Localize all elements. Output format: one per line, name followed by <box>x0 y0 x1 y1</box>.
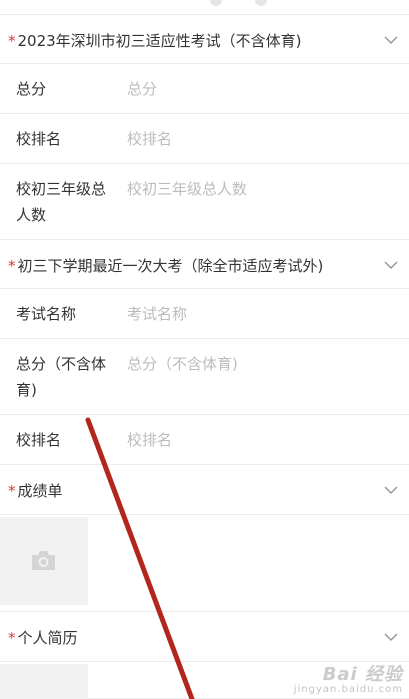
section-title: * 初三下学期最近一次大考（除全市适应考试外) <box>8 257 324 275</box>
form-row-total-score: 总分 总分 <box>0 64 409 114</box>
watermark-sub: jingyan.baidu.com <box>293 684 403 695</box>
required-mark: * <box>8 32 16 50</box>
section-title: * 成绩单 <box>8 482 63 500</box>
form-row-total-no-pe: 总分（不含体育) 总分（不含体育) <box>0 339 409 415</box>
chevron-down-icon[interactable] <box>383 482 399 498</box>
section-header-recent-exam[interactable]: * 初三下学期最近一次大考（除全市适应考试外) <box>0 240 409 289</box>
decor-dot <box>210 0 222 6</box>
field-label: 校初三年级总人数 <box>16 180 107 224</box>
school-rank-2-input[interactable]: 校排名 <box>127 427 172 453</box>
total-score-input[interactable]: 总分 <box>127 76 157 102</box>
required-mark: * <box>8 629 16 647</box>
required-mark: * <box>8 257 16 275</box>
transcript-upload-area <box>0 515 409 612</box>
watermark-main: Bai 经验 <box>322 664 403 685</box>
total-no-pe-input[interactable]: 总分（不含体育) <box>127 351 238 377</box>
previous-section-edge <box>0 0 409 15</box>
section-header-transcript[interactable]: * 成绩单 <box>0 465 409 515</box>
form-row-grade-total: 校初三年级总人数 校初三年级总人数 <box>0 164 409 240</box>
chevron-down-icon[interactable] <box>383 629 399 645</box>
camera-icon <box>32 551 55 570</box>
school-rank-input[interactable]: 校排名 <box>127 126 172 152</box>
section-title: * 2023年深圳市初三适应性考试（不含体育) <box>8 32 302 50</box>
form-row-exam-name: 考试名称 考试名称 <box>0 289 409 339</box>
field-label: 校排名 <box>16 130 62 148</box>
transcript-upload-button[interactable] <box>0 517 88 605</box>
section-title: * 个人简历 <box>8 629 78 647</box>
section-header-resume[interactable]: * 个人简历 <box>0 612 409 662</box>
baidu-jingyan-watermark: Bai 经验 jingyan.baidu.com <box>294 660 403 695</box>
field-label: 总分 <box>16 80 47 98</box>
section-header-shenzhen-exam[interactable]: * 2023年深圳市初三适应性考试（不含体育) <box>0 15 409 64</box>
field-label: 校排名 <box>16 431 62 449</box>
field-label: 考试名称 <box>16 305 77 323</box>
decor-dot <box>255 0 267 6</box>
chevron-down-icon[interactable] <box>383 257 399 273</box>
required-mark: * <box>8 482 16 500</box>
grade-total-input[interactable]: 校初三年级总人数 <box>127 176 247 202</box>
form-row-school-rank: 校排名 校排名 <box>0 114 409 164</box>
field-label: 总分（不含体育) <box>16 355 107 399</box>
resume-upload-button[interactable] <box>0 664 88 699</box>
chevron-down-icon[interactable] <box>383 32 399 48</box>
exam-name-input[interactable]: 考试名称 <box>127 301 187 327</box>
form-row-school-rank-2: 校排名 校排名 <box>0 415 409 465</box>
